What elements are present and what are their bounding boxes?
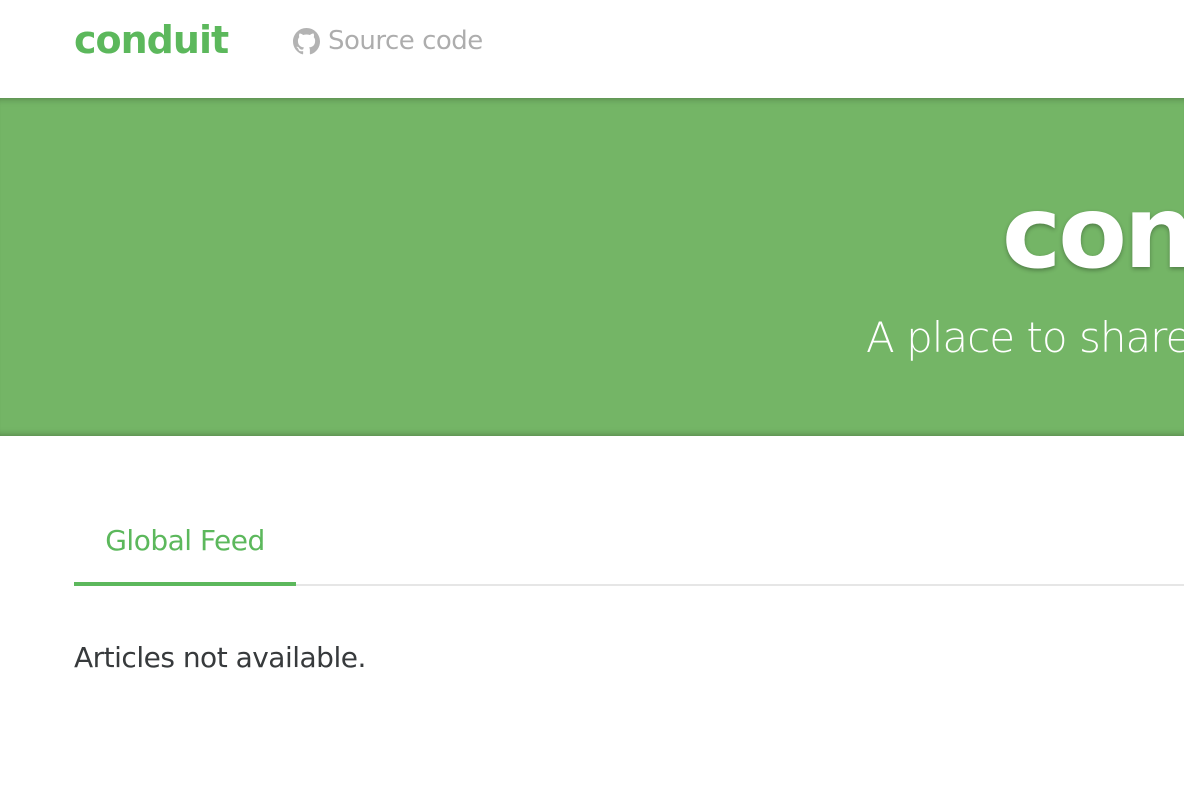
empty-articles-message: Articles not available. — [74, 641, 366, 674]
github-icon — [293, 27, 320, 54]
top-navbar: conduit Source code — [0, 0, 1184, 82]
tab-global-feed[interactable]: Global Feed — [74, 500, 296, 586]
banner-subtitle: A place to share your knowledge. — [866, 313, 1184, 362]
source-code-link[interactable]: Source code — [293, 22, 483, 60]
source-code-label: Source code — [328, 26, 483, 56]
hero-banner: conduit A place to share your knowledge. — [0, 98, 1184, 436]
brand-logo-link[interactable]: conduit — [74, 14, 229, 66]
feed-tabs: Global Feed — [74, 500, 1184, 586]
banner-title: conduit — [1002, 174, 1184, 291]
